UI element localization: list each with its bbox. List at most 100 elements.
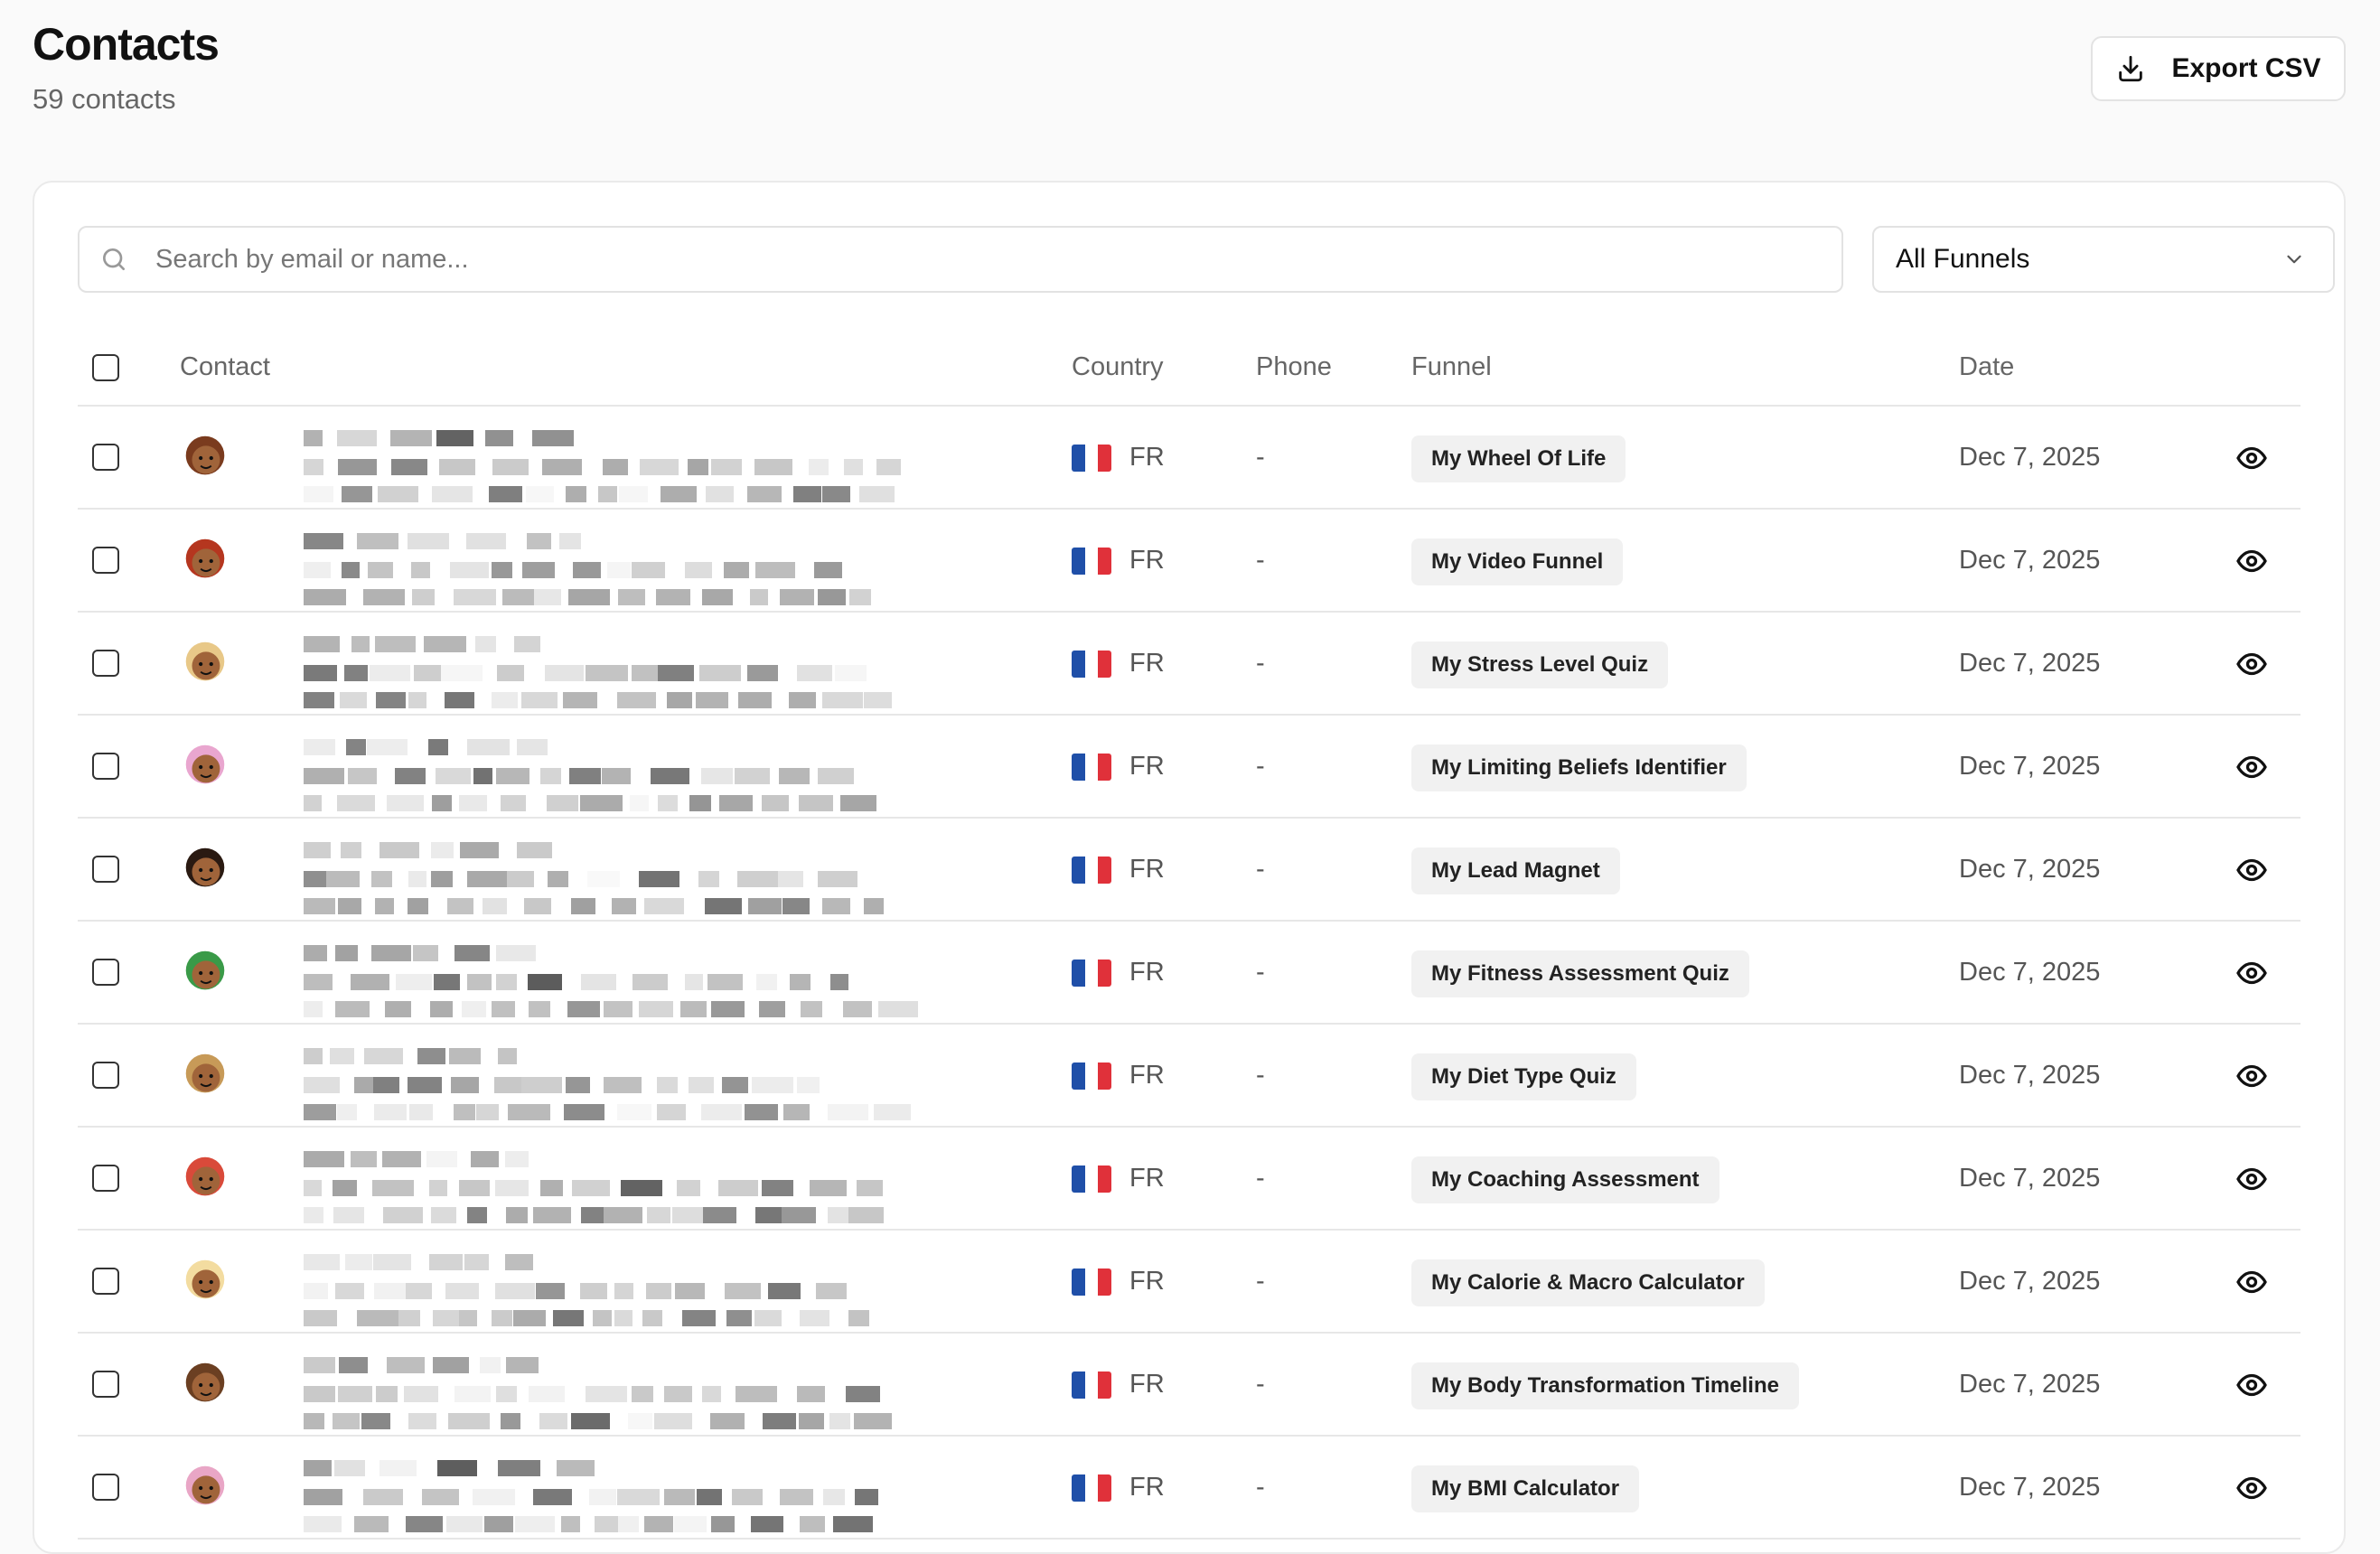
redacted-block (450, 562, 489, 578)
phone-value: - (1256, 1370, 1265, 1399)
row-checkbox[interactable] (92, 856, 119, 883)
contact-redacted (304, 723, 895, 811)
redacted-block (408, 533, 449, 549)
eye-icon[interactable] (2235, 1472, 2268, 1504)
redacted-block (492, 1001, 515, 1017)
eye-icon[interactable] (2235, 854, 2268, 886)
redacted-block (492, 1310, 512, 1326)
row-checkbox[interactable] (92, 1371, 119, 1398)
table-row[interactable]: FR - My Fitness Assessment Quiz Dec 7, 2025 (78, 922, 2300, 1025)
redacted-block (454, 1386, 491, 1402)
search-input[interactable] (154, 243, 1784, 276)
select-all-checkbox[interactable] (92, 354, 119, 381)
country-code: FR (1129, 1164, 1165, 1193)
redacted-block (702, 1386, 721, 1402)
redacted-block (854, 1413, 892, 1429)
redacted-block (754, 1310, 782, 1326)
redacted-block (632, 665, 658, 681)
eye-icon[interactable] (2235, 1369, 2268, 1401)
redacted-block (688, 459, 708, 475)
contact-redacted (304, 1238, 895, 1326)
redacted-block (617, 1104, 651, 1120)
row-checkbox[interactable] (92, 1165, 119, 1192)
redacted-block (593, 1310, 612, 1326)
redacted-block (874, 1104, 911, 1120)
redacted-block (471, 1151, 499, 1167)
column-contact[interactable]: Contact (180, 352, 270, 382)
redacted-block (833, 1516, 873, 1532)
redacted-block (540, 768, 561, 784)
redacted-block (536, 1283, 565, 1299)
row-checkbox[interactable] (92, 1268, 119, 1295)
redacted-block (371, 945, 411, 961)
row-checkbox[interactable] (92, 650, 119, 677)
avatar-icon (185, 435, 225, 475)
row-checkbox[interactable] (92, 1062, 119, 1089)
row-checkbox[interactable] (92, 753, 119, 780)
redacted-block (657, 1077, 678, 1093)
redacted-block (376, 1386, 398, 1402)
column-phone[interactable]: Phone (1256, 352, 1332, 382)
redacted-block (351, 1151, 377, 1167)
row-checkbox[interactable] (92, 547, 119, 574)
column-funnel[interactable]: Funnel (1411, 352, 1492, 382)
redacted-block (406, 1283, 432, 1299)
search-box[interactable] (78, 226, 1843, 293)
eye-icon[interactable] (2235, 1060, 2268, 1092)
table-row[interactable]: FR - My Coaching Assessment Dec 7, 2025 (78, 1128, 2300, 1231)
redacted-block (632, 974, 668, 990)
redacted-block (304, 1357, 335, 1373)
export-csv-button[interactable]: Export CSV (2091, 36, 2346, 101)
eye-icon[interactable] (2235, 442, 2268, 474)
redacted-block (396, 974, 432, 990)
eye-icon[interactable] (2235, 1163, 2268, 1195)
table-row[interactable]: FR - My BMI Calculator Dec 7, 2025 (78, 1437, 2300, 1540)
column-country[interactable]: Country (1072, 352, 1164, 382)
table-row[interactable]: FR - My Diet Type Quiz Dec 7, 2025 (78, 1025, 2300, 1128)
eye-icon[interactable] (2235, 1266, 2268, 1298)
eye-icon[interactable] (2235, 957, 2268, 989)
table-row[interactable]: FR - My Stress Level Quiz Dec 7, 2025 (78, 613, 2300, 716)
eye-icon[interactable] (2235, 545, 2268, 577)
redacted-block (800, 1310, 829, 1326)
redacted-block (664, 1489, 695, 1505)
redacted-block (735, 768, 770, 784)
contact-redacted (304, 1341, 895, 1429)
redacted-block (304, 1283, 328, 1299)
redacted-block (451, 1077, 479, 1093)
country-code: FR (1129, 649, 1165, 678)
table-row[interactable]: FR - My Calorie & Macro Calculator Dec 7, 2… (78, 1231, 2300, 1334)
table-row[interactable]: FR - My Lead Magnet Dec 7, 2025 (78, 819, 2300, 922)
redacted-block (864, 898, 884, 914)
redacted-block (409, 1104, 433, 1120)
redacted-block (818, 871, 857, 887)
table-row[interactable]: FR - My Wheel Of Life Dec 7, 2025 (78, 407, 2300, 510)
redacted-block (756, 974, 777, 990)
funnel-filter-select[interactable]: All Funnels (1872, 226, 2335, 293)
redacted-block (467, 739, 510, 755)
table-row[interactable]: FR - My Body Transformation Timeline Dec 7,… (78, 1334, 2300, 1437)
row-checkbox[interactable] (92, 1474, 119, 1501)
row-checkbox[interactable] (92, 959, 119, 986)
redacted-block (430, 1001, 453, 1017)
country-code: FR (1129, 1061, 1165, 1090)
redacted-block (429, 1254, 463, 1270)
redacted-block (689, 795, 711, 811)
redacted-block (462, 1001, 486, 1017)
redacted-block (408, 692, 426, 708)
redacted-block (843, 1001, 872, 1017)
redacted-block (737, 871, 778, 887)
eye-icon[interactable] (2235, 648, 2268, 680)
column-date[interactable]: Date (1959, 352, 2014, 382)
redacted-block (338, 459, 377, 475)
table-row[interactable]: FR - My Limiting Beliefs Identifier Dec 7, … (78, 716, 2300, 819)
redacted-block (422, 1489, 459, 1505)
row-checkbox[interactable] (92, 444, 119, 471)
redacted-block (304, 459, 323, 475)
redacted-block (373, 1077, 399, 1093)
eye-icon[interactable] (2235, 751, 2268, 783)
table-row[interactable]: FR - My Video Funnel Dec 7, 2025 (78, 510, 2300, 613)
redacted-block (789, 692, 816, 708)
redacted-block (492, 562, 512, 578)
redacted-block (619, 486, 648, 502)
